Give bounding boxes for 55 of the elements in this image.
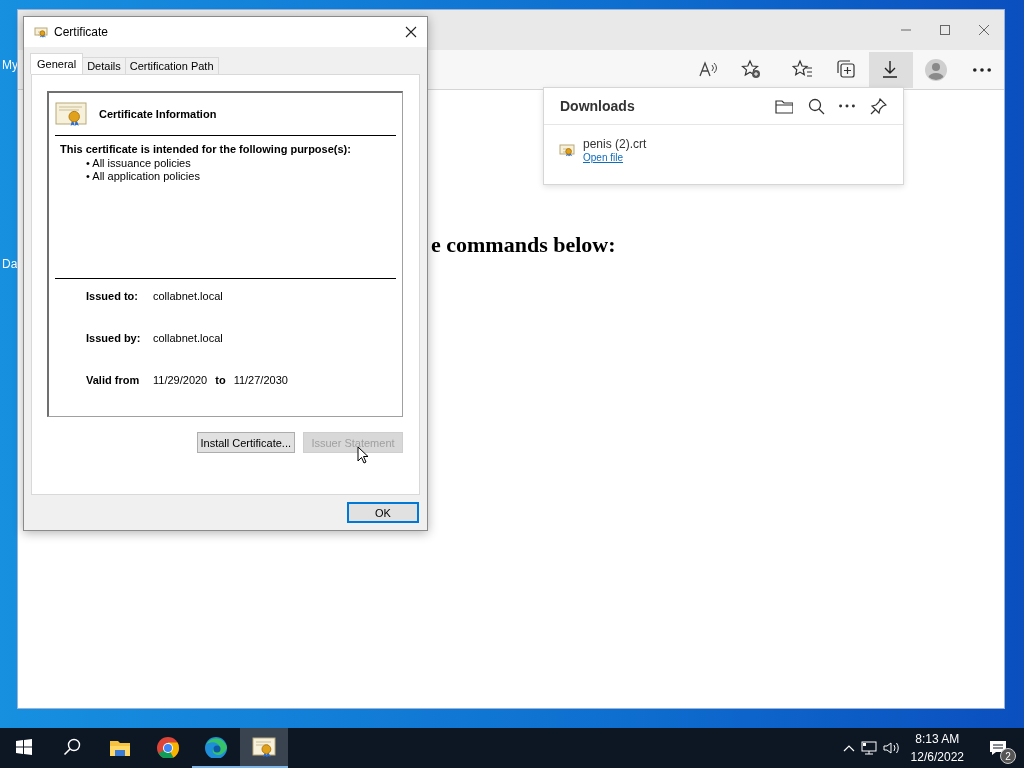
- search-icon: [807, 97, 825, 115]
- page-heading: e commands below:: [431, 232, 616, 258]
- close-icon[interactable]: [405, 26, 417, 38]
- dialog-title: Certificate: [54, 25, 110, 39]
- tab[interactable]: Certification Path: [124, 57, 219, 74]
- more-button[interactable]: [839, 104, 855, 108]
- open-file-link[interactable]: Open file: [583, 152, 647, 163]
- field-value: 11/27/2030: [233, 373, 288, 386]
- folder-icon: [775, 97, 793, 115]
- clock[interactable]: 8:13 AM 12/6/2022: [910, 730, 964, 766]
- cursor-icon: [357, 446, 369, 464]
- star-plus-icon: [740, 58, 763, 81]
- panel-title: Downloads: [560, 98, 636, 114]
- purpose-heading: This certificate is intended for the following purpose(s):: [60, 143, 352, 155]
- maximize-icon[interactable]: [939, 24, 951, 36]
- file-name: penis (2).crt: [583, 137, 647, 151]
- notification-icon: [989, 740, 1007, 756]
- field-value: 11/29/2020: [153, 373, 208, 386]
- ok-button[interactable]: OK: [347, 502, 419, 523]
- field-label: Issued to:: [86, 289, 139, 302]
- edge-icon: [204, 736, 228, 758]
- chevron-up-icon[interactable]: [842, 744, 855, 752]
- chrome-icon: [156, 736, 180, 758]
- dialog-button[interactable]: Install Certificate...: [196, 432, 295, 453]
- search-icon: [63, 738, 81, 756]
- certificate-icon: [252, 736, 276, 758]
- clock-date: 12/6/2022: [910, 749, 964, 766]
- field-value: collabnet.local: [153, 289, 223, 302]
- field-label: Issued by:: [86, 331, 142, 344]
- field-label: Valid from: [86, 373, 141, 386]
- certificate-icon: [55, 101, 87, 127]
- toolbar-button[interactable]: [868, 51, 913, 88]
- pin-icon: [869, 97, 887, 115]
- purpose-item: • All issuance policies: [86, 157, 192, 170]
- network-icon[interactable]: [860, 741, 877, 755]
- section-title: Certificate Information: [99, 108, 217, 120]
- notifications-button[interactable]: 2: [978, 728, 1018, 768]
- speaker-icon[interactable]: [882, 741, 901, 755]
- more-icon: [973, 67, 992, 72]
- certificate-icon: [559, 143, 575, 157]
- certificate-icon: [34, 26, 48, 38]
- taskbar-app[interactable]: [240, 728, 288, 768]
- field-label: to: [215, 373, 226, 386]
- notification-count: 2: [1000, 748, 1016, 764]
- windows-icon: [16, 739, 32, 755]
- search-button[interactable]: [807, 97, 825, 115]
- more-icon: [839, 104, 855, 108]
- purpose-item: • All application policies: [86, 170, 201, 183]
- clock-time: 8:13 AM: [915, 731, 960, 748]
- pin-button[interactable]: [869, 97, 887, 115]
- avatar-icon: [925, 58, 948, 81]
- collections-icon: [836, 58, 858, 81]
- tab[interactable]: General: [30, 53, 84, 74]
- folder-button[interactable]: [775, 97, 793, 115]
- field-value: collabnet.local: [153, 331, 223, 344]
